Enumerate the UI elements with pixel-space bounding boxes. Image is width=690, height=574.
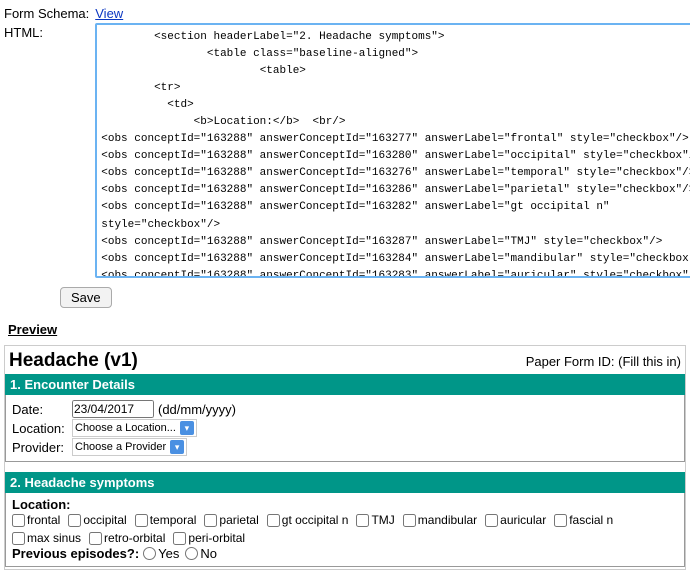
provider-select[interactable]: Choose a Provider ▾ bbox=[72, 438, 187, 456]
no-label: No bbox=[200, 546, 217, 561]
symptom-checkbox-retro-orbital[interactable]: retro-orbital bbox=[89, 531, 165, 545]
section-2-header: 2. Headache symptoms bbox=[5, 472, 685, 493]
date-input[interactable] bbox=[72, 400, 154, 418]
checkbox[interactable] bbox=[89, 532, 102, 545]
chevron-down-icon: ▾ bbox=[180, 421, 194, 435]
symptom-checkbox-parietal[interactable]: parietal bbox=[204, 513, 258, 527]
symptom-checkbox-gt-occipital-n[interactable]: gt occipital n bbox=[267, 513, 349, 527]
symptom-checkbox-auricular[interactable]: auricular bbox=[485, 513, 546, 527]
checkbox[interactable] bbox=[68, 514, 81, 527]
provider-label: Provider: bbox=[12, 440, 68, 455]
date-label: Date: bbox=[12, 402, 68, 417]
symptom-checkbox-max-sinus[interactable]: max sinus bbox=[12, 531, 81, 545]
checkbox[interactable] bbox=[356, 514, 369, 527]
chevron-down-icon: ▾ bbox=[170, 440, 184, 454]
location-select[interactable]: Choose a Location... ▾ bbox=[72, 419, 197, 437]
form-title: Headache (v1) bbox=[9, 350, 138, 372]
checkbox-label: auricular bbox=[500, 513, 546, 527]
symptom-checkbox-mandibular[interactable]: mandibular bbox=[403, 513, 477, 527]
save-button[interactable]: Save bbox=[60, 287, 112, 308]
yes-label: Yes bbox=[158, 546, 179, 561]
symptom-checkbox-peri-orbital[interactable]: peri-orbital bbox=[173, 531, 245, 545]
checkbox[interactable] bbox=[485, 514, 498, 527]
location-select-value: Choose a Location... bbox=[75, 422, 176, 434]
checkbox-label: parietal bbox=[219, 513, 258, 527]
checkbox-label: temporal bbox=[150, 513, 197, 527]
checkbox[interactable] bbox=[554, 514, 567, 527]
checkbox[interactable] bbox=[135, 514, 148, 527]
symptom-checkbox-TMJ[interactable]: TMJ bbox=[356, 513, 394, 527]
symptom-checkbox-occipital[interactable]: occipital bbox=[68, 513, 126, 527]
checkbox[interactable] bbox=[12, 514, 25, 527]
previous-episodes-label: Previous episodes?: bbox=[12, 546, 139, 561]
view-schema-link[interactable]: View bbox=[95, 6, 123, 21]
checkbox[interactable] bbox=[12, 532, 25, 545]
html-textarea[interactable] bbox=[95, 23, 690, 278]
checkbox-label: gt occipital n bbox=[282, 513, 349, 527]
checkbox-label: fascial n bbox=[569, 513, 613, 527]
checkbox-label: TMJ bbox=[371, 513, 394, 527]
checkbox[interactable] bbox=[267, 514, 280, 527]
checkbox-label: frontal bbox=[27, 513, 60, 527]
previous-no-radio[interactable] bbox=[185, 547, 198, 560]
checkbox-label: peri-orbital bbox=[188, 531, 245, 545]
preview-heading: Preview bbox=[8, 322, 686, 337]
symptom-checkbox-temporal[interactable]: temporal bbox=[135, 513, 197, 527]
checkbox[interactable] bbox=[173, 532, 186, 545]
previous-yes-radio[interactable] bbox=[143, 547, 156, 560]
checkbox[interactable] bbox=[204, 514, 217, 527]
symptom-location-label: Location: bbox=[12, 497, 678, 512]
location-label: Location: bbox=[12, 421, 68, 436]
checkbox-label: mandibular bbox=[418, 513, 477, 527]
checkbox[interactable] bbox=[403, 514, 416, 527]
paper-form-id: Paper Form ID: (Fill this in) bbox=[526, 354, 681, 369]
symptom-checkbox-frontal[interactable]: frontal bbox=[12, 513, 60, 527]
html-label: HTML: bbox=[4, 23, 95, 281]
checkbox-label: occipital bbox=[83, 513, 126, 527]
section-1-header: 1. Encounter Details bbox=[5, 374, 685, 395]
provider-select-value: Choose a Provider bbox=[75, 441, 166, 453]
checkbox-label: retro-orbital bbox=[104, 531, 165, 545]
form-schema-label: Form Schema: bbox=[4, 4, 95, 23]
symptom-checkbox-fascial-n[interactable]: fascial n bbox=[554, 513, 613, 527]
checkbox-label: max sinus bbox=[27, 531, 81, 545]
date-format-hint: (dd/mm/yyyy) bbox=[158, 402, 236, 417]
